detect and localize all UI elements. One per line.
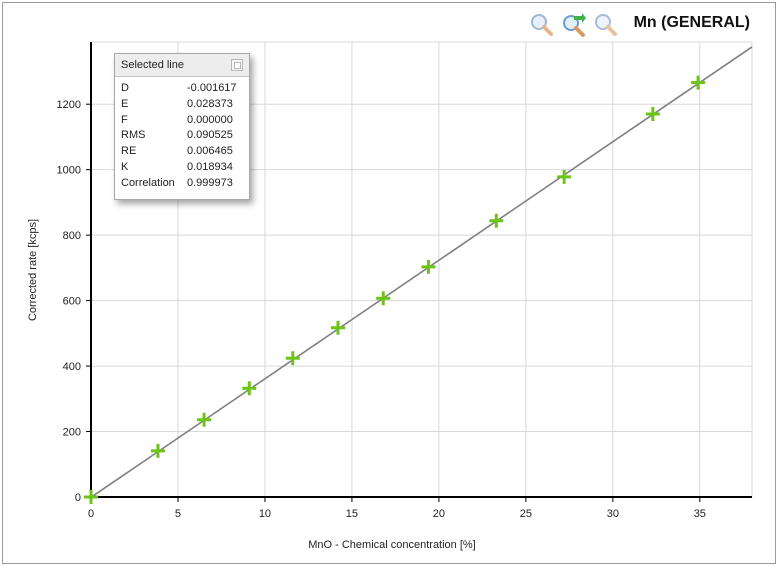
stat-row-re: RE 0.006465 (121, 144, 243, 160)
y-tick-label: 600 (63, 296, 81, 308)
stat-row-k: K 0.018934 (121, 160, 243, 176)
stats-list: D -0.001617 E 0.028373 F 0.000000 RMS 0.… (115, 77, 249, 192)
stat-row-f: F 0.000000 (121, 113, 243, 129)
selected-line-panel[interactable]: Selected line D -0.001617 E 0.028373 F 0… (114, 53, 250, 200)
stat-value: 0.000000 (187, 113, 233, 126)
stat-value: 0.999973 (187, 176, 233, 189)
x-axis-label: MnO - Chemical concentration [%] (308, 539, 476, 551)
stat-value: -0.001617 (187, 82, 237, 94)
stat-value: 0.018934 (187, 160, 233, 173)
data-point (197, 412, 212, 427)
stat-name: K (121, 160, 129, 173)
x-tick-label: 30 (607, 508, 619, 520)
panel-title: Selected line (121, 59, 184, 71)
x-tick-label: 0 (88, 508, 94, 520)
x-tick-label: 15 (346, 508, 358, 520)
x-tick-labels: 0 5 10 15 20 25 30 35 (88, 508, 706, 520)
stat-name: RE (121, 145, 137, 158)
stat-name: Correlation (121, 176, 175, 189)
stat-row-rms: RMS 0.090525 (121, 128, 243, 144)
data-point (84, 490, 98, 504)
x-tick-label: 20 (433, 508, 445, 520)
stat-value: 0.090525 (187, 129, 233, 142)
restore-icon[interactable] (231, 59, 243, 71)
stat-row-d: D -0.001617 (121, 81, 243, 97)
zoom-in-icon[interactable] (528, 12, 554, 38)
y-tick-label: 0 (75, 492, 81, 504)
x-tick-label: 10 (259, 508, 271, 520)
zoom-reset-icon[interactable] (560, 12, 586, 38)
x-tick-label: 5 (175, 508, 181, 520)
x-tick-label: 25 (520, 508, 532, 520)
zoom-out-icon[interactable] (592, 12, 618, 38)
stat-value: 0.028373 (187, 97, 233, 110)
stat-name: RMS (121, 129, 146, 142)
y-tick-label: 1000 (57, 165, 81, 177)
data-point (376, 291, 391, 306)
y-tick-labels: 0 200 400 600 800 1000 1200 (57, 99, 81, 504)
stat-name: F (121, 113, 128, 126)
y-tick-label: 1200 (57, 99, 81, 111)
data-point (489, 213, 504, 228)
y-tick-label: 400 (63, 361, 81, 373)
data-point (645, 107, 660, 122)
y-axis-label: Corrected rate [kcps] (27, 219, 39, 321)
y-tick-label: 800 (63, 230, 81, 242)
x-tick-label: 35 (694, 508, 706, 520)
data-point (421, 259, 436, 274)
stat-name: D (121, 82, 129, 94)
y-tick-label: 200 (63, 427, 81, 439)
stat-value: 0.006465 (187, 145, 233, 158)
chart-title: Mn (GENERAL) (633, 14, 750, 31)
stat-row-e: E 0.028373 (121, 97, 243, 113)
panel-header[interactable]: Selected line (115, 54, 249, 77)
stat-row-correlation: Correlation 0.999973 (121, 176, 243, 192)
stat-name: E (121, 97, 129, 110)
zoom-toolbar (528, 12, 618, 38)
